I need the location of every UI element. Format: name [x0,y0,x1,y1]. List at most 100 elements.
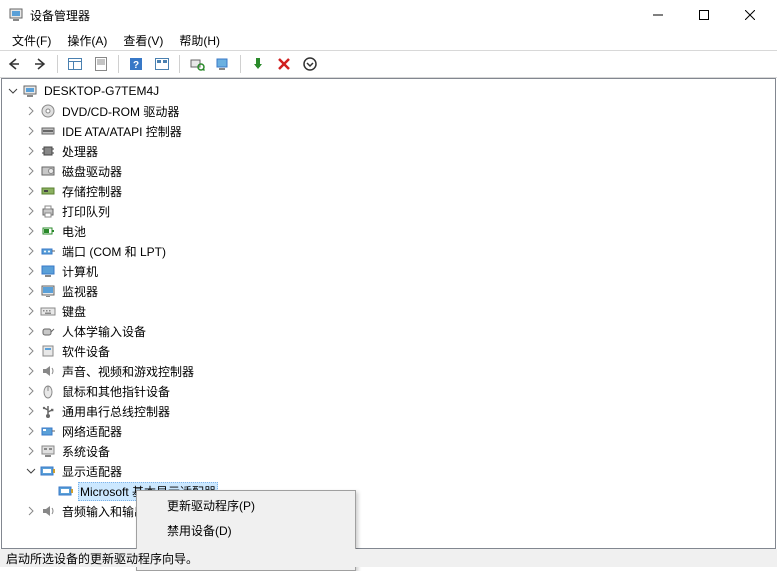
expand-arrow-icon[interactable] [24,404,38,418]
menu-view[interactable]: 查看(V) [115,30,171,51]
tree-category[interactable]: 打印队列 [2,201,775,221]
tool-bar: ? [0,50,777,78]
hid-icon [40,323,56,339]
disk-icon [40,163,56,179]
system-icon [40,443,56,459]
tree-category[interactable]: 软件设备 [2,341,775,361]
help-button[interactable]: ? [124,52,148,76]
tree-category-label: 磁盘驱动器 [60,162,124,181]
tree-category[interactable]: 磁盘驱动器 [2,161,775,181]
show-hide-console-button[interactable] [63,52,87,76]
app-icon [8,7,24,23]
expand-arrow-icon[interactable] [6,84,20,98]
menu-help[interactable]: 帮助(H) [171,30,228,51]
disable-device-button[interactable] [272,52,296,76]
tree-category[interactable]: DVD/CD-ROM 驱动器 [2,101,775,121]
menu-action[interactable]: 操作(A) [59,30,115,51]
tree-category-label: 网络适配器 [60,422,124,441]
expand-arrow-icon[interactable] [24,284,38,298]
tree-root[interactable]: DESKTOP-G7TEM4J [2,81,775,101]
expand-arrow-icon[interactable] [24,364,38,378]
tree-category[interactable]: 鼠标和其他指针设备 [2,381,775,401]
expand-arrow-icon[interactable] [24,104,38,118]
tree-category[interactable]: 网络适配器 [2,421,775,441]
toolbar-separator [57,55,58,73]
tree-category-label: 声音、视频和游戏控制器 [60,362,196,381]
expand-arrow-icon[interactable] [24,304,38,318]
window-title: 设备管理器 [30,7,635,24]
maximize-button[interactable] [681,0,727,30]
tree-category-display-adapters[interactable]: 显示适配器 [2,461,775,481]
properties-button[interactable] [89,52,113,76]
network-icon [40,423,56,439]
tree-category[interactable]: 端口 (COM 和 LPT) [2,241,775,261]
keyboard-icon [40,303,56,319]
tree-category-label: 显示适配器 [60,462,124,481]
tree-category-label: 鼠标和其他指针设备 [60,382,172,401]
expand-arrow-icon[interactable] [24,444,38,458]
tree-category-audio-io[interactable]: 音频输入和输出 [2,501,775,521]
expand-arrow-icon[interactable] [24,144,38,158]
menu-file[interactable]: 文件(F) [4,30,59,51]
scan-hardware-button[interactable] [185,52,209,76]
tree-category-label: 计算机 [60,262,100,281]
expand-arrow-icon[interactable] [24,124,38,138]
tree-category-label: 音频输入和输出 [60,502,148,521]
tree-category-label: 电池 [60,222,88,241]
tree-category[interactable]: IDE ATA/ATAPI 控制器 [2,121,775,141]
expand-arrow-icon[interactable] [24,184,38,198]
storage-icon [40,183,56,199]
usb-icon [40,403,56,419]
device-tree[interactable]: DESKTOP-G7TEM4J DVD/CD-ROM 驱动器IDE ATA/AT… [1,78,776,549]
context-update-driver[interactable]: 更新驱动程序(P) [139,493,353,518]
expand-arrow-icon[interactable] [24,164,38,178]
expand-arrow-icon[interactable] [24,344,38,358]
tree-category-label: 软件设备 [60,342,112,361]
tree-device-selected[interactable]: Microsoft 基本显示适配器 [2,481,775,501]
tree-category[interactable]: 声音、视频和游戏控制器 [2,361,775,381]
display-adapter-icon [58,483,74,499]
tree-root-label: DESKTOP-G7TEM4J [42,83,161,99]
title-bar: 设备管理器 [0,0,777,30]
action-button[interactable] [150,52,174,76]
uninstall-device-button[interactable] [298,52,322,76]
close-button[interactable] [727,0,773,30]
tree-category[interactable]: 处理器 [2,141,775,161]
tree-category[interactable]: 系统设备 [2,441,775,461]
minimize-button[interactable] [635,0,681,30]
expand-arrow-icon[interactable] [24,264,38,278]
tree-category-label: 通用串行总线控制器 [60,402,172,421]
enable-device-button[interactable] [246,52,270,76]
tree-category[interactable]: 监视器 [2,281,775,301]
expand-arrow-icon[interactable] [24,424,38,438]
expand-arrow-icon[interactable] [24,464,38,478]
computer-icon [22,83,38,99]
forward-button[interactable] [28,52,52,76]
expand-arrow-icon[interactable] [24,244,38,258]
audio-icon [40,363,56,379]
battery-icon [40,223,56,239]
printer-icon [40,203,56,219]
tree-category[interactable]: 人体学输入设备 [2,321,775,341]
add-legacy-button[interactable] [211,52,235,76]
disc-icon [40,103,56,119]
expand-arrow-icon[interactable] [24,504,38,518]
port-icon [40,243,56,259]
expand-arrow-icon[interactable] [24,204,38,218]
expand-arrow-icon[interactable] [24,384,38,398]
tree-category[interactable]: 通用串行总线控制器 [2,401,775,421]
expand-arrow-icon[interactable] [24,324,38,338]
tree-category[interactable]: 计算机 [2,261,775,281]
toolbar-separator [118,55,119,73]
tree-category-label: 端口 (COM 和 LPT) [60,242,168,261]
ide-icon [40,123,56,139]
tree-category[interactable]: 键盘 [2,301,775,321]
tree-category[interactable]: 存储控制器 [2,181,775,201]
software-icon [40,343,56,359]
context-disable-device[interactable]: 禁用设备(D) [139,518,353,543]
toolbar-separator [179,55,180,73]
back-button[interactable] [2,52,26,76]
expand-arrow-icon[interactable] [24,224,38,238]
tree-category[interactable]: 电池 [2,221,775,241]
window-controls [635,0,773,30]
